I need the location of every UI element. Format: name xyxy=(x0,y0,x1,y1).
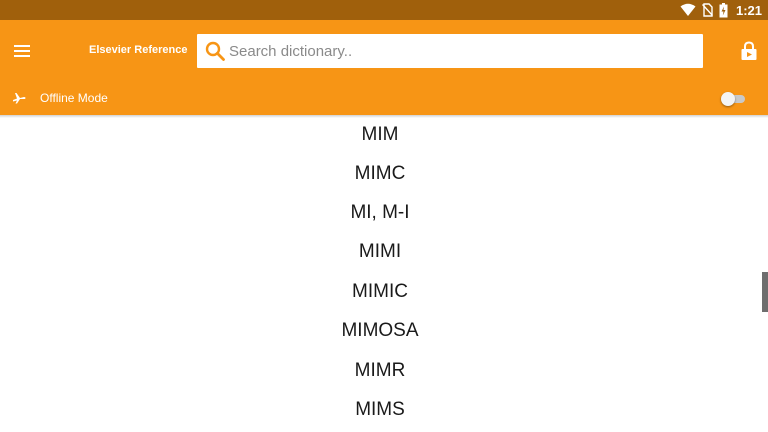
status-bar: 1:21 xyxy=(0,0,768,20)
search-icon[interactable] xyxy=(205,41,225,61)
status-time: 1:21 xyxy=(735,2,762,18)
term-list: MIM MIMC MI, M-I MIMI MIMIC MIMOSA MIMR … xyxy=(0,115,760,432)
search-input[interactable] xyxy=(229,34,689,68)
term-item-mimi[interactable]: MIMI xyxy=(0,232,760,271)
hamburger-menu-icon[interactable] xyxy=(12,40,34,62)
app-bar: Elsevier Reference Offline Mode xyxy=(0,20,768,115)
status-icons: 1:21 xyxy=(680,0,762,20)
term-item-mims[interactable]: MIMS xyxy=(0,390,760,429)
term-item-mimic[interactable]: MIMIC xyxy=(0,272,760,311)
offline-mode-label: Offline Mode xyxy=(40,91,108,105)
term-item-mim[interactable]: MIM xyxy=(0,115,760,154)
toggle-thumb xyxy=(721,92,735,106)
offline-mode-toggle[interactable] xyxy=(721,92,747,106)
wifi-icon xyxy=(680,3,696,17)
term-item-mi-m-i[interactable]: MI, M-I xyxy=(0,193,760,232)
battery-charging-icon xyxy=(719,2,728,18)
offline-mode-row: Offline Mode xyxy=(0,83,768,115)
lock-icon[interactable] xyxy=(740,41,758,61)
term-item-mimr[interactable]: MIMR xyxy=(0,351,760,390)
term-item-mimc[interactable]: MIMC xyxy=(0,154,760,193)
no-sim-icon xyxy=(701,3,713,17)
term-item-mimosa[interactable]: MIMOSA xyxy=(0,311,760,350)
scrollbar-thumb[interactable] xyxy=(762,272,768,312)
search-box[interactable] xyxy=(197,34,703,68)
airplane-icon xyxy=(12,91,26,105)
app-title: Elsevier Reference xyxy=(89,44,188,56)
